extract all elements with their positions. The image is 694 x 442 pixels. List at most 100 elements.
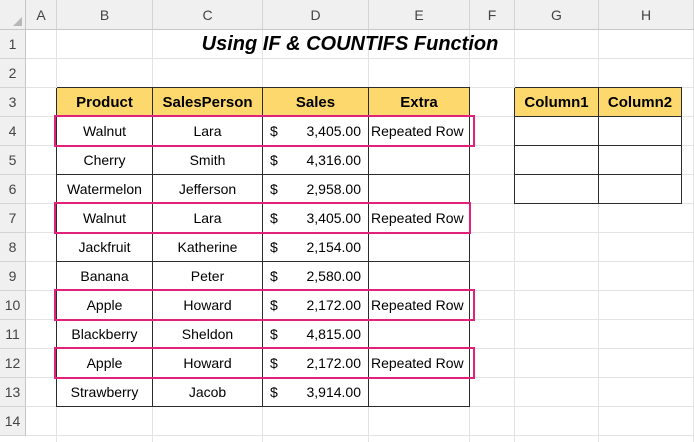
currency-symbol: $ — [270, 239, 278, 255]
sales-value: 4,316.00 — [306, 152, 362, 168]
gridline-horizontal — [26, 435, 694, 436]
sales-value: 3,914.00 — [306, 384, 362, 400]
person-cell[interactable]: Peter — [153, 262, 263, 291]
column-header-c[interactable]: C — [153, 0, 263, 30]
currency-symbol: $ — [270, 268, 278, 284]
product-cell[interactable]: Walnut — [57, 204, 153, 233]
sales-cell[interactable]: $4,815.00 — [263, 320, 369, 349]
side-header-column2: Column2 — [599, 88, 682, 117]
side-table-cell[interactable] — [599, 146, 682, 175]
sales-cell[interactable]: $2,172.00 — [263, 349, 369, 378]
side-table-border-top — [515, 87, 682, 88]
extra-cell[interactable]: Repeated Row — [369, 349, 470, 378]
table-header-extra: Extra — [369, 88, 470, 117]
person-cell[interactable]: Jefferson — [153, 175, 263, 204]
sales-value: 3,405.00 — [306, 210, 362, 226]
side-table-cell[interactable] — [599, 117, 682, 146]
side-table-cell[interactable] — [515, 175, 599, 204]
row-header-8[interactable]: 8 — [0, 233, 26, 262]
sales-cell[interactable]: $4,316.00 — [263, 146, 369, 175]
sheet-title: Using IF & COUNTIFS Function — [201, 33, 499, 55]
column-header-a[interactable]: A — [26, 0, 57, 30]
currency-symbol: $ — [270, 355, 278, 371]
side-header-column1: Column1 — [515, 88, 599, 117]
currency-symbol: $ — [270, 326, 278, 342]
sales-value: 2,172.00 — [306, 355, 362, 371]
sales-cell[interactable]: $2,154.00 — [263, 233, 369, 262]
select-all-corner[interactable] — [0, 0, 26, 30]
person-cell[interactable]: Smith — [153, 146, 263, 175]
product-cell[interactable]: Blackberry — [57, 320, 153, 349]
column-header-e[interactable]: E — [369, 0, 470, 30]
row-header-6[interactable]: 6 — [0, 175, 26, 204]
column-header-d[interactable]: D — [263, 0, 369, 30]
extra-cell[interactable] — [369, 146, 470, 175]
extra-cell[interactable]: Repeated Row — [369, 117, 470, 146]
product-cell[interactable]: Banana — [57, 262, 153, 291]
column-header-h[interactable]: H — [599, 0, 694, 30]
row-header-2[interactable]: 2 — [0, 59, 26, 88]
row-header-13[interactable]: 13 — [0, 378, 26, 407]
column-header-f[interactable]: F — [470, 0, 515, 30]
extra-cell[interactable]: Repeated Row — [369, 204, 470, 233]
sales-cell[interactable]: $3,914.00 — [263, 378, 369, 407]
currency-symbol: $ — [270, 152, 278, 168]
extra-cell[interactable]: Repeated Row — [369, 291, 470, 320]
product-cell[interactable]: Apple — [57, 349, 153, 378]
sales-value: 2,580.00 — [306, 268, 362, 284]
person-cell[interactable]: Lara — [153, 117, 263, 146]
sales-value: 2,958.00 — [306, 181, 362, 197]
extra-cell[interactable] — [369, 262, 470, 291]
currency-symbol: $ — [270, 384, 278, 400]
row-header-14[interactable]: 14 — [0, 407, 26, 436]
row-header-9[interactable]: 9 — [0, 262, 26, 291]
person-cell[interactable]: Howard — [153, 291, 263, 320]
sales-cell[interactable]: $3,405.00 — [263, 204, 369, 233]
table-header-sales: Sales — [263, 88, 369, 117]
sales-cell[interactable]: $2,958.00 — [263, 175, 369, 204]
person-cell[interactable]: Sheldon — [153, 320, 263, 349]
extra-cell[interactable] — [369, 233, 470, 262]
row-header-11[interactable]: 11 — [0, 320, 26, 349]
select-all-triangle-icon — [13, 17, 22, 26]
product-cell[interactable]: Jackfruit — [57, 233, 153, 262]
person-cell[interactable]: Katherine — [153, 233, 263, 262]
extra-cell[interactable] — [369, 320, 470, 349]
side-table-border-left — [514, 88, 515, 204]
product-cell[interactable]: Cherry — [57, 146, 153, 175]
sales-value: 4,815.00 — [306, 326, 362, 342]
row-header-1[interactable]: 1 — [0, 30, 26, 59]
person-cell[interactable]: Lara — [153, 204, 263, 233]
sales-value: 2,154.00 — [306, 239, 362, 255]
row-header-4[interactable]: 4 — [0, 117, 26, 146]
side-table-cell[interactable] — [599, 175, 682, 204]
currency-symbol: $ — [270, 123, 278, 139]
product-cell[interactable]: Walnut — [57, 117, 153, 146]
sales-cell[interactable]: $2,172.00 — [263, 291, 369, 320]
column-header-b[interactable]: B — [57, 0, 153, 30]
side-table-cell[interactable] — [515, 146, 599, 175]
table-border-top — [57, 87, 470, 88]
row-header-12[interactable]: 12 — [0, 349, 26, 378]
sales-value: 3,405.00 — [306, 123, 362, 139]
row-header-10[interactable]: 10 — [0, 291, 26, 320]
row-header-7[interactable]: 7 — [0, 204, 26, 233]
sales-cell[interactable]: $2,580.00 — [263, 262, 369, 291]
product-cell[interactable]: Apple — [57, 291, 153, 320]
column-header-g[interactable]: G — [515, 0, 599, 30]
row-header-3[interactable]: 3 — [0, 88, 26, 117]
sales-cell[interactable]: $3,405.00 — [263, 117, 369, 146]
side-table-cell[interactable] — [515, 117, 599, 146]
currency-symbol: $ — [270, 210, 278, 226]
product-cell[interactable]: Strawberry — [57, 378, 153, 407]
table-header-salesperson: SalesPerson — [153, 88, 263, 117]
person-cell[interactable]: Howard — [153, 349, 263, 378]
extra-cell[interactable] — [369, 175, 470, 204]
person-cell[interactable]: Jacob — [153, 378, 263, 407]
table-border-left — [56, 88, 57, 407]
row-header-5[interactable]: 5 — [0, 146, 26, 175]
spreadsheet: A B C D E F G H 1 2 3 4 5 6 7 8 9 10 11 12 13 14 Using IF & CO… — [0, 0, 694, 442]
product-cell[interactable]: Watermelon — [57, 175, 153, 204]
currency-symbol: $ — [270, 181, 278, 197]
extra-cell[interactable] — [369, 378, 470, 407]
